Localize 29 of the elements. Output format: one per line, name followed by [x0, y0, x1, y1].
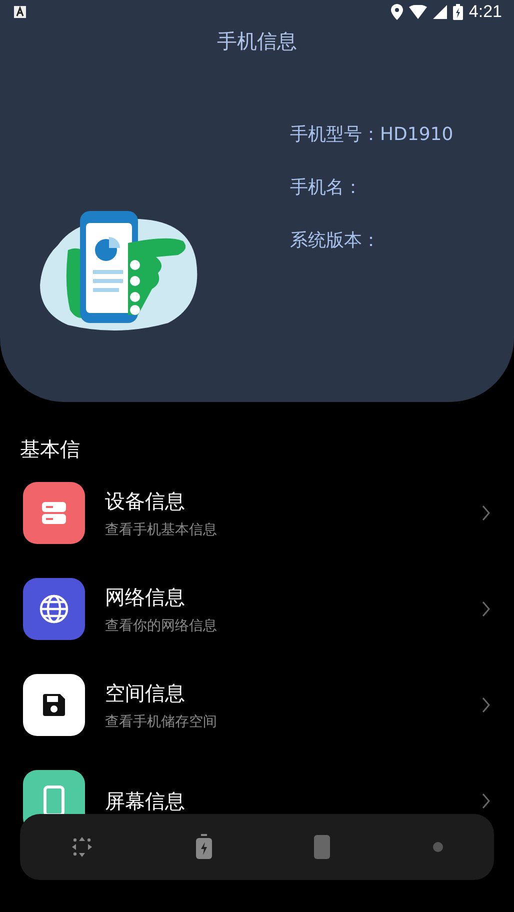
chevron-right-icon	[482, 697, 490, 713]
signal-icon	[432, 5, 447, 19]
location-icon	[390, 4, 403, 20]
battery-icon[interactable]	[194, 834, 213, 860]
notification-icon	[14, 6, 26, 18]
info-line: 手机型号：HD1910	[290, 123, 454, 146]
item-subtitle: 查看手机储存空间	[105, 712, 217, 730]
clock-time: 4:21	[468, 2, 502, 22]
section-title: 基本信	[20, 436, 80, 463]
chevron-right-icon	[482, 601, 490, 617]
info-line: 手机名：	[290, 176, 362, 199]
page-title: 手机信息	[217, 28, 297, 55]
dpad-icon[interactable]	[70, 835, 94, 859]
item-subtitle: 查看你的网络信息	[105, 616, 217, 634]
item-title: 空间信息	[105, 680, 185, 706]
chevron-right-icon	[482, 793, 490, 809]
phone-icon	[43, 785, 65, 817]
item-title: 屏幕信息	[105, 788, 185, 814]
item-title: 设备信息	[105, 488, 185, 514]
dot-icon[interactable]	[432, 841, 444, 853]
chevron-right-icon	[482, 505, 490, 521]
item-subtitle: 查看手机基本信息	[105, 520, 217, 538]
globe-icon	[39, 594, 69, 624]
wifi-icon	[408, 5, 427, 19]
server-icon	[41, 501, 67, 525]
item-title: 网络信息	[105, 584, 185, 610]
battery-icon	[452, 4, 463, 20]
phone-icon[interactable]	[313, 834, 332, 860]
info-line: 系统版本：	[290, 229, 380, 252]
